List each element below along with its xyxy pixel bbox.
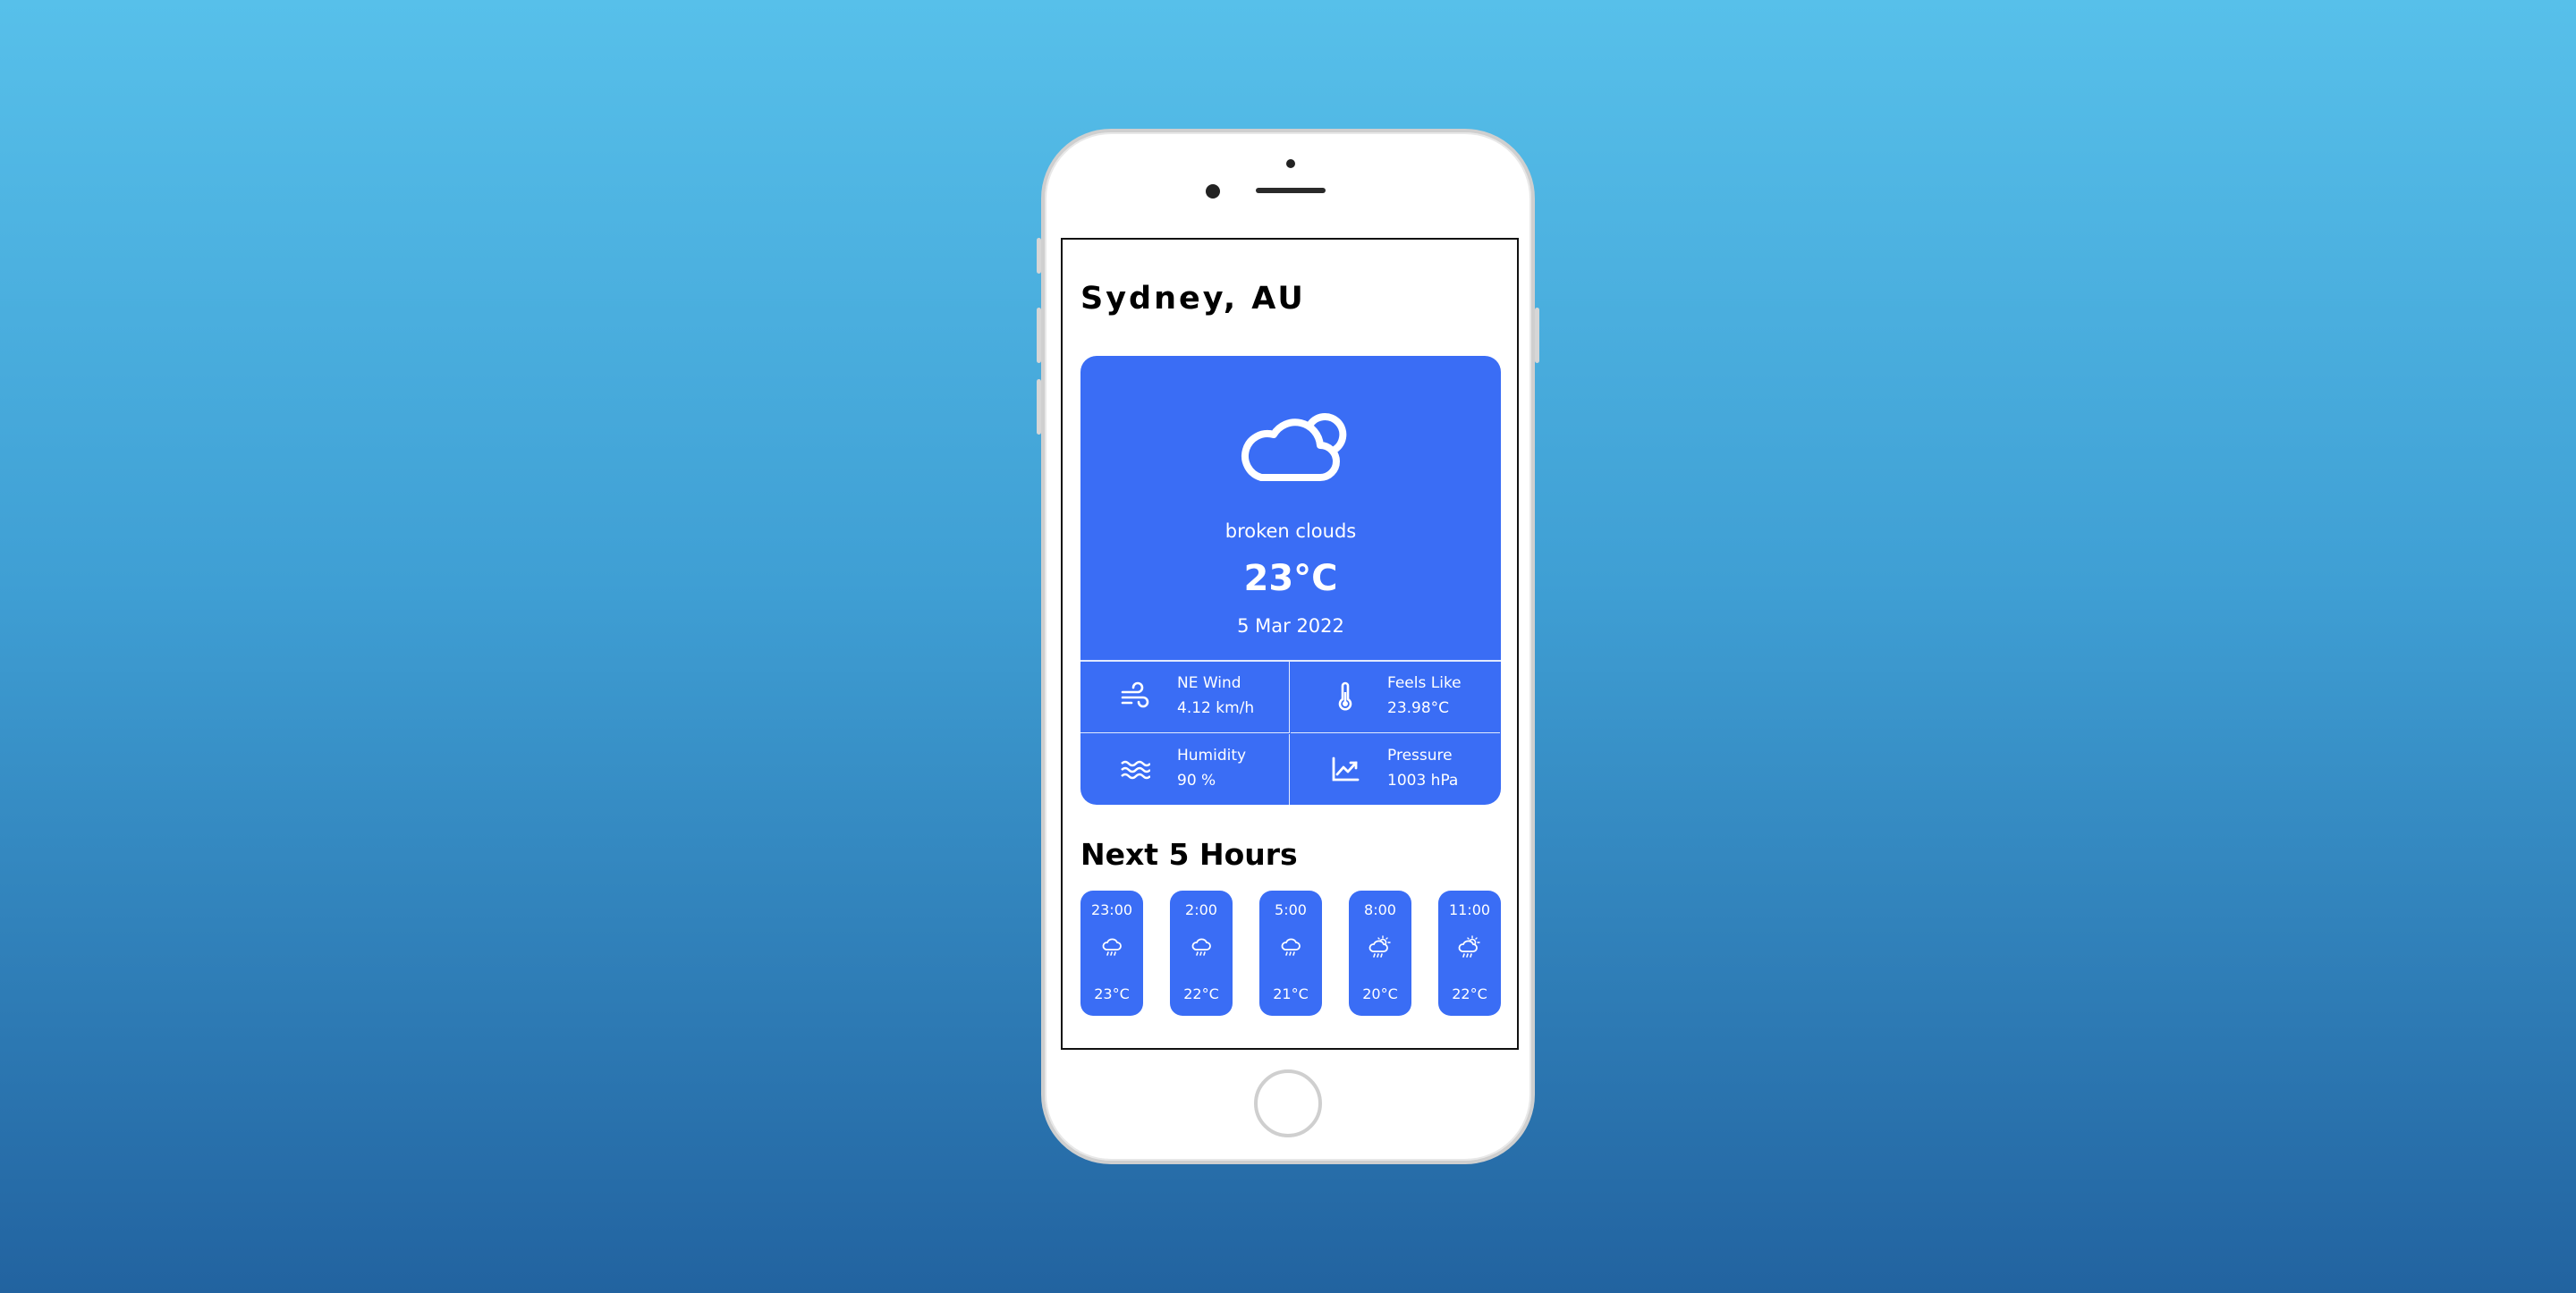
humidity-value: 90 % — [1177, 772, 1216, 790]
front-camera — [1206, 184, 1220, 199]
hour-time: 8:00 — [1364, 901, 1396, 918]
feels-like-value: 23.98°C — [1387, 699, 1450, 717]
humidity-label: Humidity — [1177, 747, 1247, 765]
volume-up-button — [1037, 308, 1041, 363]
forecast-title: Next 5 Hours — [1080, 837, 1298, 872]
hour-card[interactable]: 8:00 20°C — [1349, 891, 1411, 1016]
sun-cloud-rain-icon — [1458, 935, 1480, 958]
details-grid: NE Wind 4.12 km/h Feels Like 23.98°C Hum… — [1080, 660, 1501, 805]
pressure-label: Pressure — [1387, 747, 1453, 765]
earpiece-speaker — [1256, 188, 1326, 193]
hour-temp: 22°C — [1183, 985, 1219, 1002]
hour-card[interactable]: 5:00 21°C — [1259, 891, 1322, 1016]
hour-temp: 21°C — [1273, 985, 1309, 1002]
volume-down-button — [1037, 379, 1041, 435]
hour-time: 23:00 — [1090, 901, 1133, 918]
phone-frame: Sydney, AU broken clouds 23°C 5 Mar 2022… — [1037, 129, 1539, 1164]
mute-switch — [1037, 238, 1041, 274]
hour-temp: 22°C — [1452, 985, 1487, 1002]
waves-icon — [1121, 760, 1150, 780]
proximity-sensor — [1286, 159, 1295, 168]
app-screen: Sydney, AU broken clouds 23°C 5 Mar 2022… — [1061, 238, 1519, 1050]
power-button — [1535, 308, 1539, 363]
hour-temp: 20°C — [1362, 985, 1398, 1002]
city-title: Sydney, AU — [1080, 281, 1306, 317]
detail-humidity: Humidity 90 % — [1080, 734, 1290, 805]
detail-feels-like: Feels Like 23.98°C — [1291, 662, 1500, 733]
hour-card[interactable]: 2:00 22°C — [1170, 891, 1233, 1016]
home-button[interactable] — [1254, 1069, 1322, 1137]
hour-time: 11:00 — [1448, 901, 1491, 918]
hour-time: 5:00 — [1275, 901, 1307, 918]
current-weather-card: broken clouds 23°C 5 Mar 2022 NE Wind 4.… — [1080, 356, 1501, 805]
cloud-rain-icon — [1102, 938, 1122, 956]
weather-description: broken clouds — [1224, 520, 1357, 542]
hourly-forecast: 23:00 23°C 2:00 22°C 5:00 21°C 8:00 20°C… — [1080, 891, 1501, 1016]
hour-card[interactable]: 23:00 23°C — [1080, 891, 1143, 1016]
detail-pressure: Pressure 1003 hPa — [1291, 734, 1500, 805]
hour-time: 2:00 — [1185, 901, 1217, 918]
cloud-rain-icon — [1191, 938, 1211, 956]
thermometer-icon — [1338, 681, 1352, 711]
cloud-rain-icon — [1281, 938, 1301, 956]
current-date: 5 Mar 2022 — [1237, 615, 1344, 637]
wind-icon — [1121, 681, 1149, 708]
wind-value: 4.12 km/h — [1177, 699, 1255, 717]
detail-wind: NE Wind 4.12 km/h — [1080, 662, 1290, 733]
chart-line-icon — [1332, 756, 1360, 782]
wind-label: NE Wind — [1177, 674, 1241, 692]
pressure-value: 1003 hPa — [1387, 772, 1459, 790]
cloud-sun-icon — [1241, 412, 1347, 481]
feels-like-label: Feels Like — [1387, 674, 1462, 692]
hour-temp: 23°C — [1094, 985, 1130, 1002]
current-temperature: 23°C — [1243, 558, 1338, 599]
hour-card[interactable]: 11:00 22°C — [1438, 891, 1501, 1016]
sun-cloud-rain-icon — [1368, 935, 1391, 958]
